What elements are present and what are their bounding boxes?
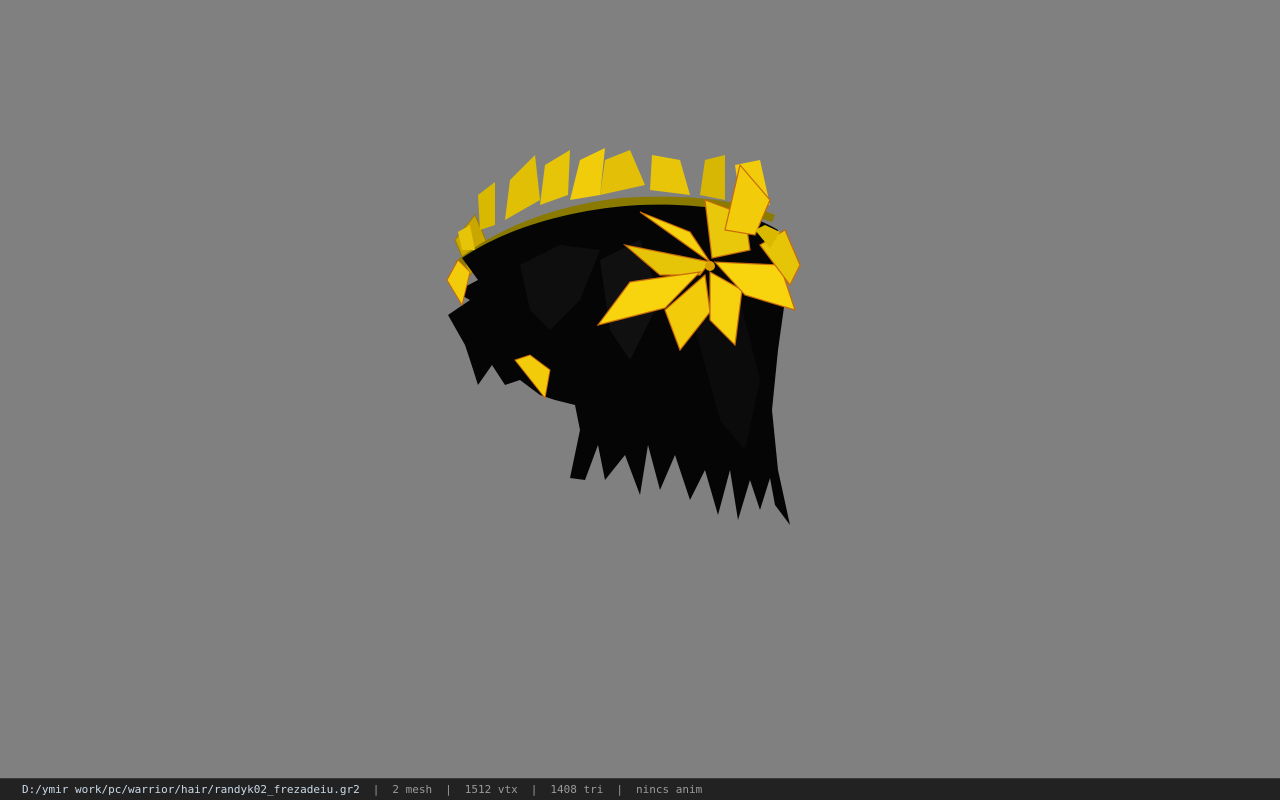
hair-model-render[interactable] — [0, 0, 1280, 778]
separator: | — [616, 783, 623, 796]
status-bar: D:/ymir work/pc/warrior/hair/randyk02_fr… — [0, 778, 1280, 800]
separator: | — [445, 783, 452, 796]
separator: | — [530, 783, 538, 796]
triangle-count: 1408 tri — [550, 783, 604, 796]
vertex-count: 1512 vtx — [464, 783, 518, 796]
separator: | — [372, 783, 380, 796]
mesh-count: 2 mesh — [392, 783, 433, 796]
anim-status: nincs anim — [635, 783, 703, 796]
3d-viewport[interactable] — [0, 0, 1280, 778]
file-path: D:/ymir work/pc/warrior/hair/randyk02_fr… — [22, 783, 360, 796]
